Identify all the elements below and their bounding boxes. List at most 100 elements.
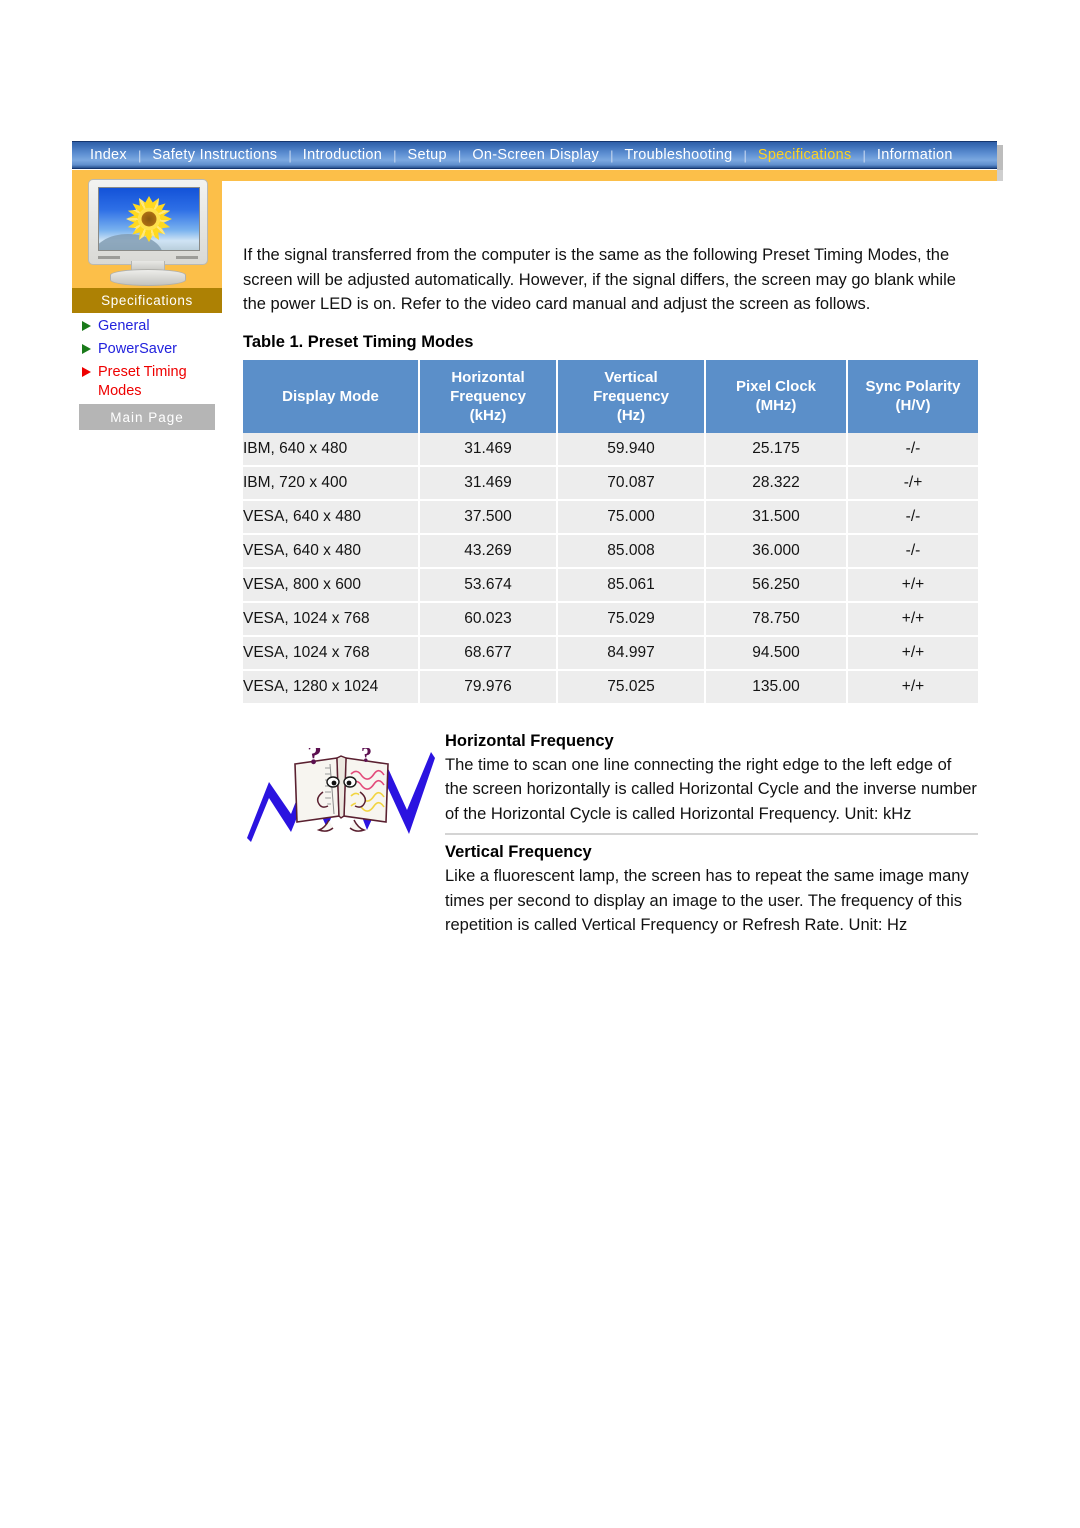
cell-horizontal-frequency: 60.023 (419, 601, 558, 637)
cell-pixel-clock: 31.500 (705, 499, 848, 535)
table-row: VESA, 800 x 600 53.674 85.061 56.250 +/+ (243, 567, 978, 603)
main-content: If the signal transferred from the compu… (243, 243, 978, 938)
cell-horizontal-frequency: 79.976 (419, 669, 558, 703)
header-line-1: Vertical (604, 368, 658, 386)
nav-item-on-screen-display[interactable]: On-Screen Display (462, 147, 609, 163)
cell-display-mode: VESA, 800 x 600 (243, 567, 420, 603)
cell-sync-polarity: -/- (847, 533, 978, 569)
triangle-bullet-icon (82, 321, 91, 331)
table-row: VESA, 1024 x 768 60.023 75.029 78.750 +/… (243, 601, 978, 637)
main-navbar: Index | Safety Instructions | Introducti… (72, 141, 1003, 175)
cell-vertical-frequency: 75.029 (557, 601, 706, 637)
notes-divider (445, 833, 978, 835)
horizontal-frequency-heading: Horizontal Frequency (445, 731, 614, 750)
svg-text:?: ? (307, 748, 322, 771)
header-line-1: Sync Polarity (865, 378, 961, 395)
cell-vertical-frequency: 70.087 (557, 465, 706, 501)
header-line-2: (MHz) (755, 397, 797, 414)
sidebar-section-banner: Specifications (72, 288, 222, 313)
cell-vertical-frequency: 75.000 (557, 499, 706, 535)
sidebar-link-list: General PowerSaver Preset Timing Modes (72, 315, 222, 403)
table-row: VESA, 1024 x 768 68.677 84.997 94.500 +/… (243, 635, 978, 671)
cell-horizontal-frequency: 68.677 (419, 635, 558, 671)
cell-display-mode: VESA, 1024 x 768 (243, 601, 420, 637)
header-line-3: (kHz) (469, 406, 507, 424)
vertical-frequency-body: Like a fluorescent lamp, the screen has … (445, 867, 969, 934)
sidebar-item-powersaver[interactable]: PowerSaver (72, 338, 222, 361)
sidebar-item-label: PowerSaver (98, 341, 177, 357)
notes-section: ? ? Horizontal Frequency The time to sca… (243, 732, 978, 938)
cell-vertical-frequency: 59.940 (557, 432, 706, 467)
preset-timing-modes-table: Display Mode Horizontal Frequency (kHz) … (243, 359, 978, 703)
column-header-horizontal-frequency: Horizontal Frequency (kHz) (419, 359, 558, 433)
nav-item-setup[interactable]: Setup (398, 147, 457, 163)
intro-paragraph: If the signal transferred from the compu… (243, 246, 956, 313)
cell-horizontal-frequency: 31.469 (419, 465, 558, 501)
table-row: IBM, 720 x 400 31.469 70.087 28.322 -/+ (243, 465, 978, 501)
cell-horizontal-frequency: 53.674 (419, 567, 558, 603)
table-header-row: Display Mode Horizontal Frequency (kHz) … (243, 359, 978, 433)
cell-horizontal-frequency: 37.500 (419, 499, 558, 535)
cell-vertical-frequency: 85.008 (557, 533, 706, 569)
cell-display-mode: IBM, 720 x 400 (243, 465, 420, 501)
cell-pixel-clock: 56.250 (705, 567, 848, 603)
cell-sync-polarity: +/+ (847, 669, 978, 703)
table-row: VESA, 640 x 480 37.500 75.000 31.500 -/- (243, 499, 978, 535)
cell-display-mode: VESA, 640 x 480 (243, 533, 420, 569)
notes-text-block: Horizontal Frequency The time to scan on… (439, 732, 978, 938)
cell-vertical-frequency: 84.997 (557, 635, 706, 671)
cell-sync-polarity: -/- (847, 499, 978, 535)
strip-drop-shadow (997, 170, 1003, 181)
cell-sync-polarity: -/- (847, 432, 978, 467)
open-book-question-icon: ? ? (243, 736, 439, 852)
cell-display-mode: VESA, 1024 x 768 (243, 635, 420, 671)
nav-item-specifications[interactable]: Specifications (748, 147, 862, 163)
triangle-bullet-icon (82, 367, 91, 377)
column-header-pixel-clock: Pixel Clock (MHz) (705, 359, 848, 433)
svg-text:?: ? (361, 748, 372, 767)
sidebar-item-label: General (98, 318, 150, 334)
content-rounded-corner (222, 181, 282, 241)
main-page-button[interactable]: Main Page (79, 404, 215, 430)
cell-sync-polarity: +/+ (847, 601, 978, 637)
sidebar-item-label: Preset Timing Modes (98, 364, 187, 399)
cell-sync-polarity: -/+ (847, 465, 978, 501)
cell-sync-polarity: +/+ (847, 635, 978, 671)
cell-pixel-clock: 135.00 (705, 669, 848, 703)
header-line-1: Pixel Clock (735, 378, 817, 395)
header-line-3: (Hz) (616, 406, 646, 424)
cell-horizontal-frequency: 43.269 (419, 533, 558, 569)
nav-item-information[interactable]: Information (867, 147, 963, 163)
open-book-icon: ? ? (294, 748, 389, 832)
table-row: VESA, 640 x 480 43.269 85.008 36.000 -/- (243, 533, 978, 569)
column-header-vertical-frequency: Vertical Frequency (Hz) (557, 359, 706, 433)
cell-pixel-clock: 25.175 (705, 432, 848, 467)
cell-display-mode: IBM, 640 x 480 (243, 432, 420, 467)
nav-item-index[interactable]: Index (80, 147, 137, 163)
sidebar-item-general[interactable]: General (72, 315, 222, 338)
triangle-bullet-icon (82, 344, 91, 354)
cell-pixel-clock: 36.000 (705, 533, 848, 569)
cell-pixel-clock: 28.322 (705, 465, 848, 501)
header-line-2: (H/V) (895, 397, 931, 414)
column-header-display-mode: Display Mode (243, 359, 420, 433)
header-line-2: Frequency (593, 387, 669, 405)
cell-display-mode: VESA, 1280 x 1024 (243, 669, 420, 703)
page-root: Index | Safety Instructions | Introducti… (0, 0, 1080, 1528)
sidebar-item-preset-timing-modes[interactable]: Preset Timing Modes (72, 361, 222, 403)
cell-display-mode: VESA, 640 x 480 (243, 499, 420, 535)
nav-item-safety-instructions[interactable]: Safety Instructions (142, 147, 287, 163)
table-row: IBM, 640 x 480 31.469 59.940 25.175 -/- (243, 432, 978, 467)
cell-sync-polarity: +/+ (847, 567, 978, 603)
nav-item-troubleshooting[interactable]: Troubleshooting (615, 147, 743, 163)
cell-pixel-clock: 78.750 (705, 601, 848, 637)
top-frame: Index | Safety Instructions | Introducti… (72, 141, 1003, 175)
table-row: VESA, 1280 x 1024 79.976 75.025 135.00 +… (243, 669, 978, 703)
header-line-1: Display Mode (282, 387, 379, 405)
nav-item-introduction[interactable]: Introduction (293, 147, 392, 163)
cell-vertical-frequency: 75.025 (557, 669, 706, 703)
header-line-2: Frequency (450, 387, 526, 405)
table-caption: Table 1. Preset Timing Modes (243, 332, 474, 351)
cell-vertical-frequency: 85.061 (557, 567, 706, 603)
horizontal-frequency-body: The time to scan one line connecting the… (445, 755, 977, 823)
